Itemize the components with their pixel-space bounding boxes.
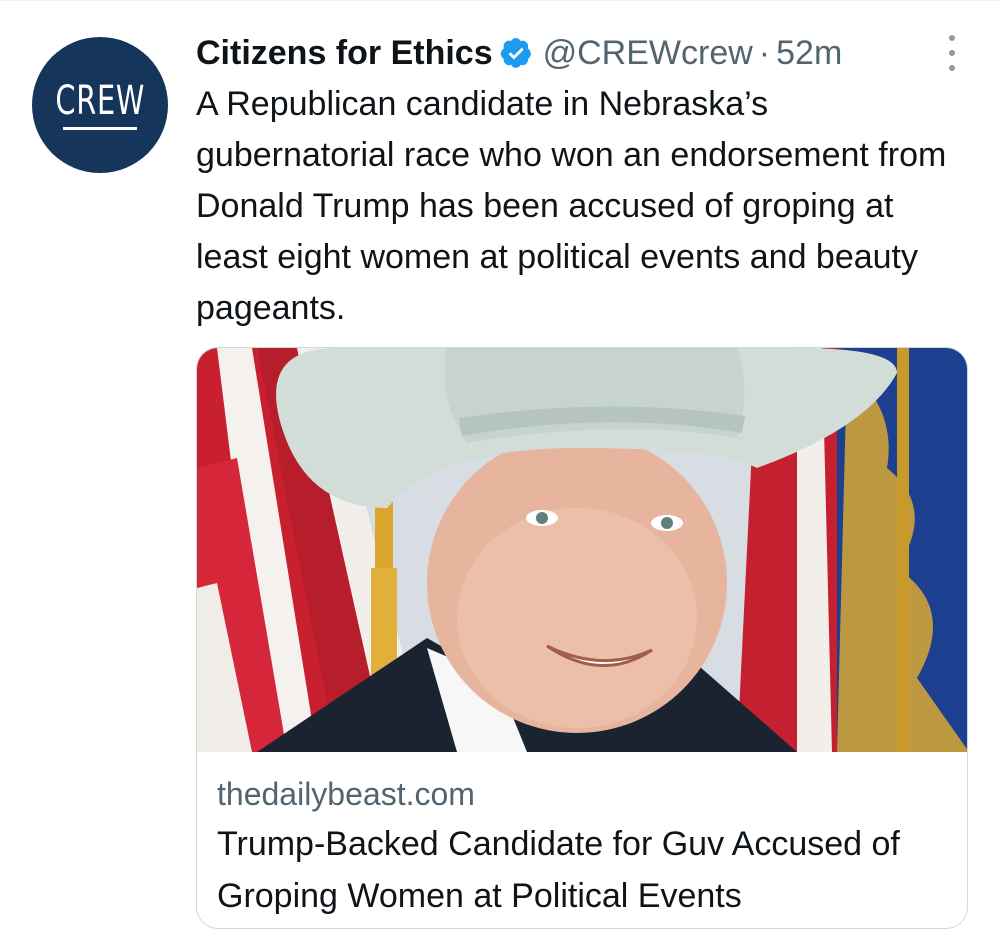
timestamp[interactable]: 52m: [776, 34, 842, 73]
separator-dot: ·: [758, 33, 771, 72]
link-card[interactable]: thedailybeast.com Trump-Backed Candidate…: [196, 347, 968, 929]
card-title: Trump-Backed Candidate for Guv Accused o…: [217, 825, 900, 915]
more-dot: [949, 65, 955, 71]
tweet-header: Citizens for Ethics @CREWcrew · 52m: [196, 29, 842, 77]
avatar[interactable]: CREW: [32, 37, 168, 173]
card-photo: [197, 348, 967, 752]
avatar-logo-text: CREW: [55, 77, 145, 124]
author-handle[interactable]: @CREWcrew: [543, 34, 753, 73]
tweet[interactable]: CREW Citizens for Ethics @CREWcrew · 52m…: [0, 0, 1000, 929]
more-options-icon[interactable]: [944, 35, 960, 71]
card-domain: thedailybeast.com: [217, 776, 475, 812]
card-image[interactable]: [197, 348, 967, 752]
tweet-text: A Republican candidate in Nebraska’s gub…: [196, 85, 947, 327]
more-dot: [949, 50, 955, 56]
verified-badge-icon: [499, 36, 533, 70]
author-name[interactable]: Citizens for Ethics: [196, 34, 493, 73]
more-dot: [949, 35, 955, 41]
avatar-logo-underline: [63, 126, 137, 130]
